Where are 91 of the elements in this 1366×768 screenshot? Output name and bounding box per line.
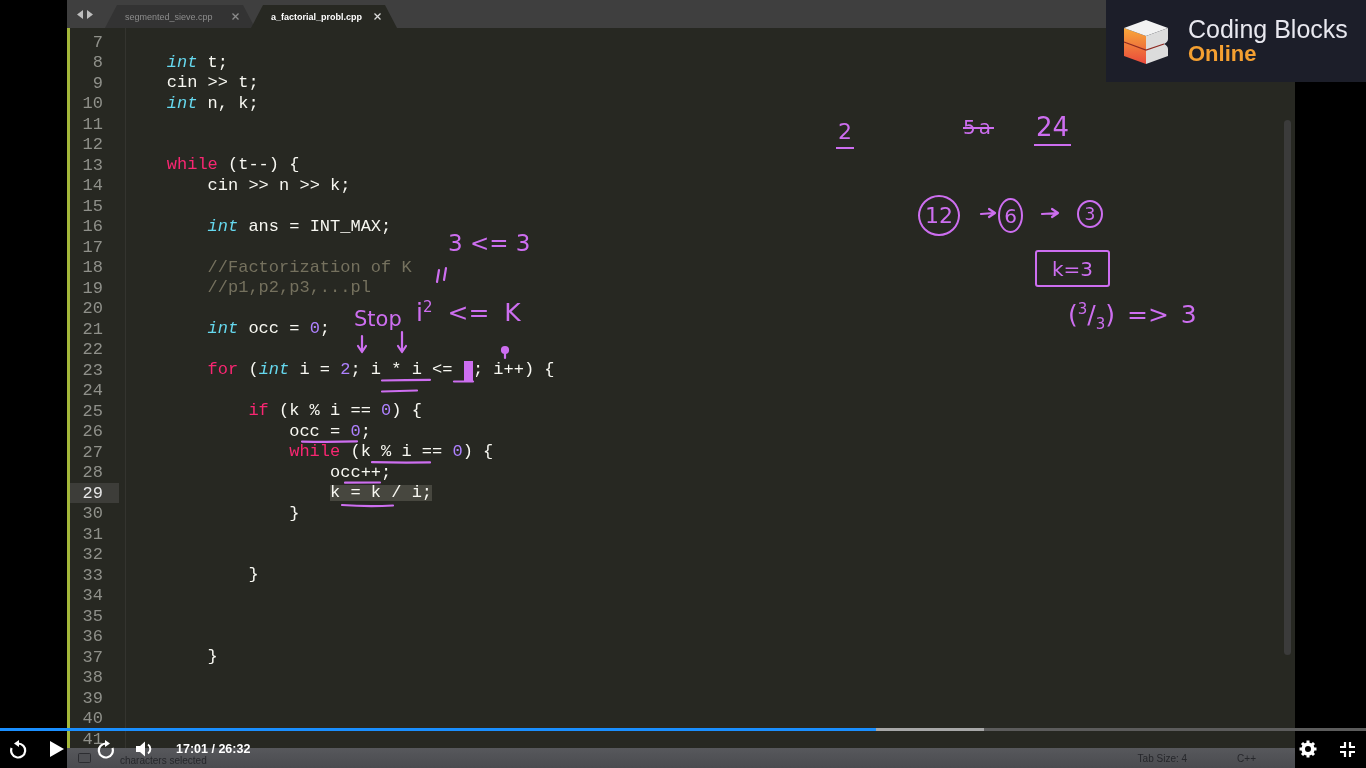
line-number: 33 <box>82 567 103 583</box>
line-number: 17 <box>82 239 103 255</box>
editor-tab[interactable]: a_factorial_probl.cpp <box>251 5 397 28</box>
ink-underline <box>370 461 432 464</box>
code-line: while (t--) { <box>166 157 300 173</box>
progress-track[interactable] <box>0 728 1366 731</box>
left-arrow-icon[interactable] <box>77 9 83 19</box>
handwritten-note: i$^{2}$ <= K <box>416 300 521 326</box>
code-line: int t; <box>166 54 228 71</box>
line-number: 12 <box>82 137 103 152</box>
rewind-icon <box>8 739 28 759</box>
line-number: 21 <box>82 321 103 337</box>
ink-underline <box>300 440 359 443</box>
code-line: } <box>207 649 218 665</box>
line-number: 25 <box>82 403 103 419</box>
circled-number: 12 <box>918 195 960 236</box>
line-number: 37 <box>82 649 103 665</box>
ink-highlight <box>452 361 475 383</box>
line-number: 22 <box>82 342 103 357</box>
code-line: ; i++) { <box>472 362 555 378</box>
line-number: 11 <box>82 116 103 132</box>
time-display: 17:01 / 26:32 <box>176 742 251 756</box>
brand-name: Coding Blocks <box>1188 17 1348 42</box>
line-number: 18 <box>82 260 103 275</box>
line-number: 19 <box>82 280 103 296</box>
line-number: 41 <box>82 731 103 747</box>
line-number: 36 <box>82 629 103 644</box>
code-line: } <box>248 567 259 583</box>
line-number: 23 <box>82 362 103 378</box>
line-number: 31 <box>82 526 103 542</box>
ink-arrow <box>1040 207 1060 219</box>
down-arrow-icon <box>356 334 368 354</box>
line-number: 40 <box>82 711 103 726</box>
panel-toggle-icon[interactable] <box>78 753 91 763</box>
ink-underline <box>343 481 382 484</box>
exit-fullscreen-icon <box>1338 740 1356 758</box>
code-line: cin >> t; <box>166 75 259 91</box>
ink-underline <box>380 389 419 393</box>
code-line: while (k % i == 0) { <box>289 444 494 460</box>
code-line: } <box>289 505 300 522</box>
ink-underline <box>380 378 432 382</box>
ink-slashes <box>435 266 448 284</box>
line-number: 16 <box>82 219 103 234</box>
line-number: 10 <box>82 96 103 111</box>
code-line: cin >> n >> k; <box>207 177 351 194</box>
circled-number: 3 <box>1077 200 1103 228</box>
right-arrow-icon[interactable] <box>87 9 93 19</box>
line-number: 34 <box>82 588 103 603</box>
line-number: 8 <box>92 55 103 70</box>
line-number: 14 <box>82 178 103 193</box>
circled-number: 6 <box>998 198 1023 233</box>
line-number: 26 <box>82 424 103 439</box>
ink-arrow <box>979 207 997 219</box>
line-number: 29 <box>82 485 103 501</box>
ink-underline <box>340 503 395 508</box>
down-arrow-icon <box>396 330 408 354</box>
line-number: 32 <box>82 547 103 562</box>
handwritten-note: 24 <box>1034 114 1072 146</box>
settings-icon <box>1299 740 1317 758</box>
code-line: int ans = INT_MAX; <box>207 218 392 235</box>
ink-dot <box>500 345 510 360</box>
code-line: int n, k; <box>166 95 259 112</box>
line-number: 35 <box>82 608 103 624</box>
line-number: 13 <box>82 157 103 173</box>
line-number: 7 <box>92 34 103 50</box>
editor-tab[interactable]: segmented_sieve.cpp <box>105 5 255 28</box>
brand-tagline: Online <box>1188 42 1257 65</box>
line-number: 15 <box>82 198 103 214</box>
code-line: //Factorization of K <box>207 259 412 276</box>
code-line: for (int i = 2; i * i <= <box>207 362 453 378</box>
code-line: //p1,p2,p3,...pl <box>207 280 371 296</box>
handwritten-note: Stop <box>354 309 402 330</box>
line-number: 27 <box>82 444 103 460</box>
handwritten-note: 2 <box>836 121 854 149</box>
code-line: int occ = 0; <box>207 321 331 337</box>
line-number: 39 <box>82 690 103 706</box>
boxed-note: k=3 <box>1035 250 1110 287</box>
handwritten-note: ($^{3}$/$_{3}$) => 3 <box>1068 302 1197 333</box>
line-number: 38 <box>82 670 103 685</box>
handwritten-note: 3 <= 3 <box>448 232 531 255</box>
line-number: 24 <box>82 383 103 398</box>
line-number: 28 <box>82 465 103 480</box>
line-number: 20 <box>82 301 103 316</box>
line-number: 30 <box>82 506 103 521</box>
code-line: if (k % i == 0) { <box>248 403 422 419</box>
play-icon <box>50 741 64 757</box>
scrollbar-thumb[interactable] <box>1284 120 1291 655</box>
code-line: occ = 0; <box>289 423 371 440</box>
line-number: 9 <box>92 75 103 91</box>
struck-out-note: 5a <box>963 117 994 137</box>
code-line: occ++; <box>330 464 392 481</box>
